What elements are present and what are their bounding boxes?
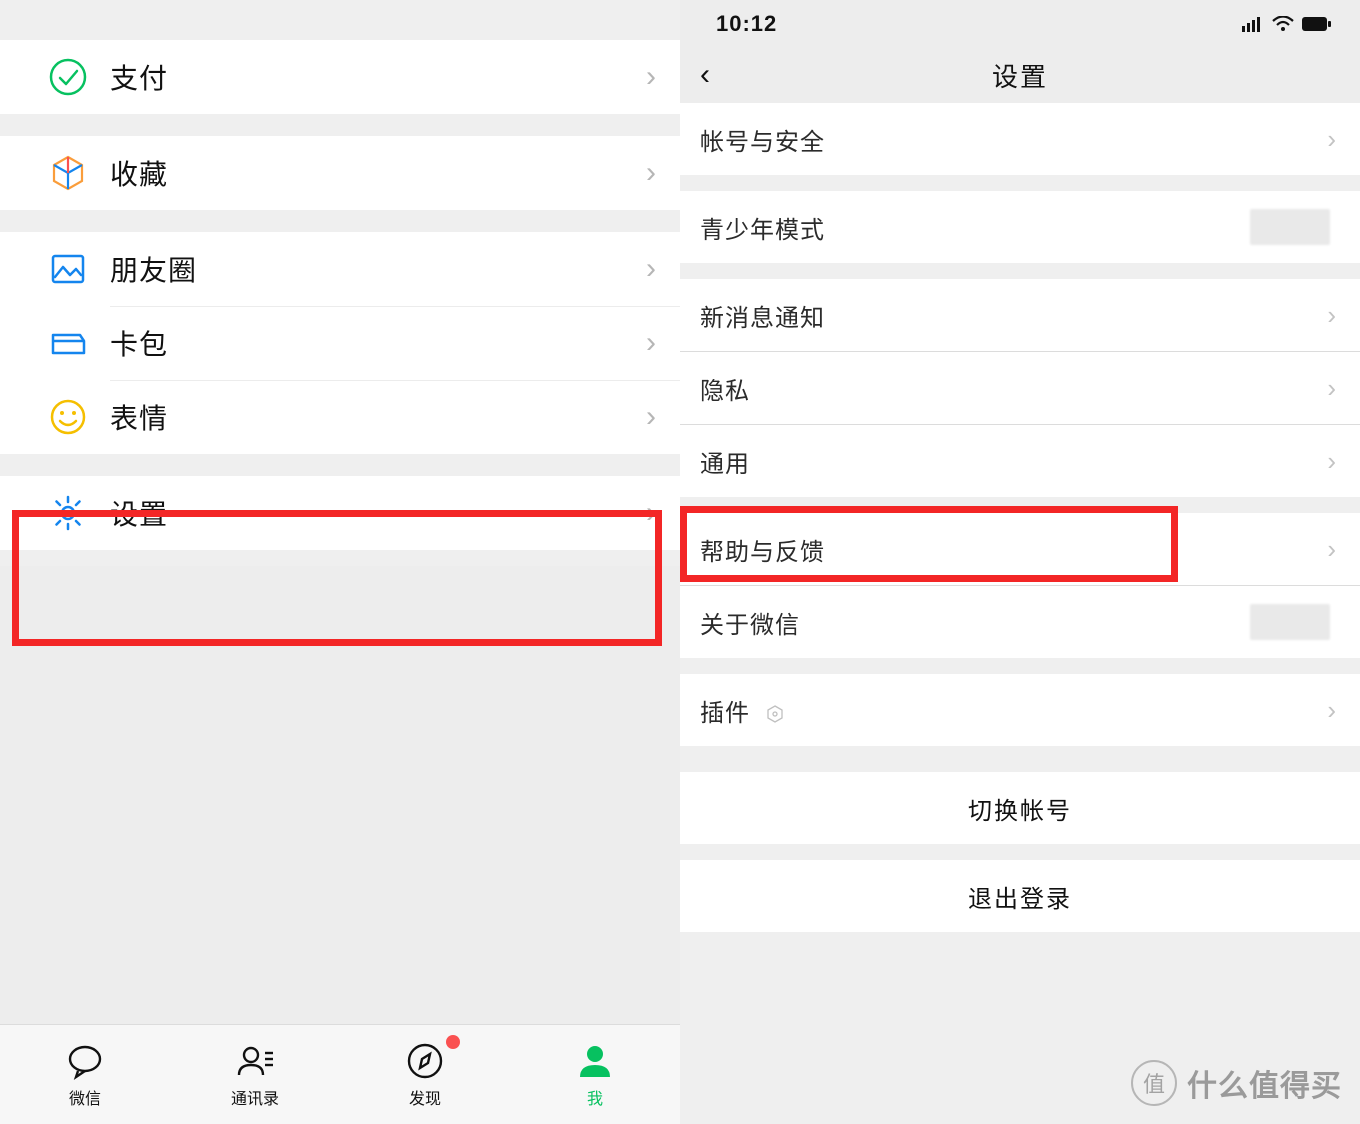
row-label: 隐私 bbox=[700, 371, 1327, 406]
chevron-right-icon: › bbox=[646, 156, 656, 190]
redacted-value bbox=[1250, 209, 1330, 245]
status-bar: 10:12 bbox=[680, 0, 1360, 48]
page-title: 设置 bbox=[992, 57, 1048, 94]
chevron-right-icon: › bbox=[1327, 300, 1336, 331]
row-label: 通用 bbox=[700, 444, 1327, 479]
row-label: 设置 bbox=[110, 493, 646, 533]
row-moments[interactable]: 朋友圈 › bbox=[0, 232, 680, 306]
row-label: 支付 bbox=[110, 57, 646, 97]
chevron-right-icon: › bbox=[1327, 446, 1336, 477]
row-label: 退出登录 bbox=[968, 879, 1072, 914]
row-label: 表情 bbox=[110, 397, 646, 437]
settings-list: 帐号与安全 › 青少年模式 新消息通知 › bbox=[680, 103, 1360, 1124]
row-stickers[interactable]: 表情 › bbox=[0, 380, 680, 454]
row-label: 青少年模式 bbox=[700, 210, 1250, 245]
chevron-right-icon: › bbox=[1327, 534, 1336, 565]
row-about[interactable]: 关于微信 bbox=[680, 586, 1360, 658]
row-pay[interactable]: 支付 › bbox=[0, 40, 680, 114]
tab-contacts[interactable]: 通讯录 bbox=[170, 1025, 340, 1124]
row-cards[interactable]: 卡包 › bbox=[0, 306, 680, 380]
tab-me[interactable]: 我 bbox=[510, 1025, 680, 1124]
tab-label: 我 bbox=[587, 1085, 603, 1109]
row-settings[interactable]: 设置 › bbox=[0, 476, 680, 550]
list-group: 设置 › bbox=[0, 476, 680, 550]
row-privacy[interactable]: 隐私 › bbox=[680, 352, 1360, 424]
row-label: 插件 bbox=[700, 693, 1327, 728]
row-plugins[interactable]: 插件 › bbox=[680, 674, 1360, 746]
chevron-right-icon: › bbox=[646, 326, 656, 360]
tab-bar: 微信 通讯录 发现 我 bbox=[0, 1024, 680, 1124]
row-label: 帐号与安全 bbox=[700, 122, 1327, 157]
tab-chats[interactable]: 微信 bbox=[0, 1025, 170, 1124]
row-label: 切换帐号 bbox=[968, 791, 1072, 826]
pay-icon bbox=[48, 57, 88, 97]
row-label: 新消息通知 bbox=[700, 298, 1327, 333]
row-switch-account[interactable]: 切换帐号 bbox=[680, 772, 1360, 844]
chevron-right-icon: › bbox=[646, 60, 656, 94]
tab-discover[interactable]: 发现 bbox=[340, 1025, 510, 1124]
row-general[interactable]: 通用 › bbox=[680, 425, 1360, 497]
chevron-right-icon: › bbox=[646, 496, 656, 530]
status-time: 10:12 bbox=[716, 11, 777, 37]
moments-icon bbox=[48, 249, 88, 289]
left-list: 支付 › 收藏 › bbox=[0, 0, 680, 1024]
chevron-right-icon: › bbox=[1327, 373, 1336, 404]
row-label: 收藏 bbox=[110, 153, 646, 193]
row-label: 帮助与反馈 bbox=[700, 532, 1327, 567]
row-label: 朋友圈 bbox=[110, 249, 646, 289]
row-account-security[interactable]: 帐号与安全 › bbox=[680, 103, 1360, 175]
row-logout[interactable]: 退出登录 bbox=[680, 860, 1360, 932]
chevron-right-icon: › bbox=[646, 400, 656, 434]
back-button[interactable]: ‹ bbox=[700, 58, 710, 92]
watermark-text: 什么值得买 bbox=[1187, 1061, 1342, 1105]
row-label: 关于微信 bbox=[700, 605, 1250, 640]
me-tab-screen: 支付 › 收藏 › bbox=[0, 0, 680, 1124]
tab-label: 微信 bbox=[69, 1085, 101, 1109]
chevron-right-icon: › bbox=[646, 252, 656, 286]
cards-icon bbox=[48, 323, 88, 363]
list-group: 支付 › bbox=[0, 40, 680, 114]
settings-screen: 10:12 ‹ 设置 帐号与安全 › 青少年模式 bbox=[680, 0, 1360, 1124]
status-icons bbox=[1242, 16, 1332, 32]
chevron-right-icon: › bbox=[1327, 124, 1336, 155]
row-label: 卡包 bbox=[110, 323, 646, 363]
signal-icon bbox=[1242, 16, 1264, 32]
watermark: 值 什么值得买 bbox=[1131, 1060, 1342, 1106]
notification-dot bbox=[446, 1035, 460, 1049]
stickers-icon bbox=[48, 397, 88, 437]
row-help-feedback[interactable]: 帮助与反馈 › bbox=[680, 513, 1360, 585]
list-group: 朋友圈 › 卡包 › 表情 › bbox=[0, 232, 680, 454]
settings-icon bbox=[48, 493, 88, 533]
watermark-badge: 值 bbox=[1131, 1060, 1177, 1106]
row-notifications[interactable]: 新消息通知 › bbox=[680, 279, 1360, 351]
row-teen-mode[interactable]: 青少年模式 bbox=[680, 191, 1360, 263]
wifi-icon bbox=[1272, 16, 1294, 32]
tab-label: 发现 bbox=[409, 1085, 441, 1109]
list-group: 收藏 › bbox=[0, 136, 680, 210]
nav-bar: ‹ 设置 bbox=[680, 48, 1360, 104]
chevron-right-icon: › bbox=[1327, 695, 1336, 726]
favorite-icon bbox=[48, 153, 88, 193]
row-favorites[interactable]: 收藏 › bbox=[0, 136, 680, 210]
tab-label: 通讯录 bbox=[231, 1085, 279, 1109]
redacted-value bbox=[1250, 604, 1330, 640]
battery-icon bbox=[1302, 16, 1332, 32]
plugin-badge-icon bbox=[766, 705, 784, 723]
